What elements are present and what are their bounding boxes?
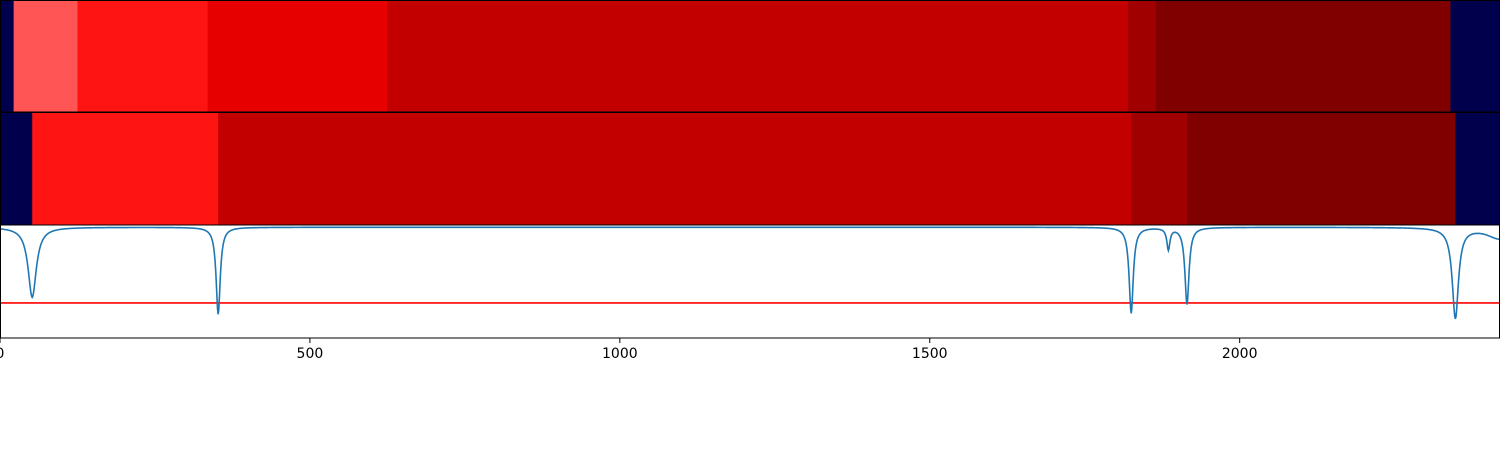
strip-0-segment-3: [207, 1, 388, 112]
x-tick-label: 1000: [602, 346, 638, 362]
line-plot-panel: 0 500 1000 1500 2000: [0, 224, 1500, 362]
plot-frame: [0, 224, 1500, 339]
strip-1-segment-3: [1131, 113, 1188, 225]
strip-1-segment-1: [32, 113, 219, 225]
strip-0-segment-0: [0, 1, 15, 112]
x-tick-label: 2000: [1222, 346, 1258, 362]
signal-line: [0, 226, 1500, 320]
strip-0-segment-4: [387, 1, 1129, 112]
strip-0-segment-1: [13, 1, 78, 112]
strip-0-segment-5: [1128, 1, 1157, 112]
strip-0-segment-6: [1155, 1, 1451, 112]
figure: 0 500 1000 1500 2000: [0, 0, 1500, 362]
x-tick-label: 0: [0, 346, 4, 362]
x-tick-label: 500: [297, 346, 324, 362]
strip-0-segment-2: [77, 1, 209, 112]
strip-1-segment-5: [1455, 113, 1500, 225]
x-tick-label: 1500: [912, 346, 948, 362]
strip-1-segment-0: [0, 113, 33, 225]
strip-1-segment-4: [1186, 113, 1456, 225]
strip-0-segment-7: [1450, 1, 1500, 112]
top-color-strip: [0, 0, 1500, 113]
middle-color-strip: [0, 112, 1500, 226]
strip-1-segment-2: [218, 113, 1132, 225]
